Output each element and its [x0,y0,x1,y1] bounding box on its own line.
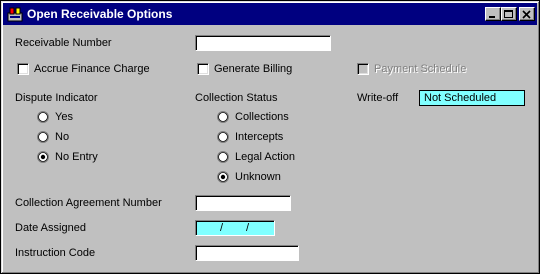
dispute-no-entry-radio[interactable] [37,151,49,163]
dispute-yes-label: Yes [55,111,73,123]
collection-status-label: Collection Status [195,92,278,104]
date-assigned-label: Date Assigned [15,222,86,234]
receivable-number-field[interactable] [195,35,331,51]
collection-legal-action-label: Legal Action [235,151,295,163]
close-icon [522,10,531,19]
minimize-button[interactable] [485,7,501,21]
accrue-finance-charge-checkbox[interactable] [17,63,29,75]
generate-billing-checkbox[interactable] [197,63,209,75]
app-icon [7,7,23,22]
collection-intercepts-radio[interactable] [217,131,229,143]
collection-legal-action-radio[interactable] [217,151,229,163]
collection-collections-radio[interactable] [217,111,229,123]
open-receivable-options-window: Open Receivable Options Receivable Numbe… [0,0,540,274]
date-separator: / [246,222,250,234]
receivable-number-label: Receivable Number [15,37,112,49]
minimize-icon [489,16,495,18]
dispute-no-label: No [55,131,70,143]
collection-unknown-radio[interactable] [217,171,229,183]
dispute-no-radio[interactable] [37,131,49,143]
write-off-field[interactable]: Not Scheduled [419,90,525,106]
instruction-code-label: Instruction Code [15,247,96,259]
collection-agreement-number-field[interactable] [195,195,291,211]
dispute-indicator-label: Dispute Indicator [15,92,98,104]
maximize-icon [504,10,513,18]
payment-schedule-label: Payment Schedule [374,63,467,75]
payment-schedule-checkbox[interactable] [357,63,369,75]
collection-intercepts-label: Intercepts [235,131,284,143]
collection-unknown-label: Unknown [235,171,281,183]
dispute-no-entry-label: No Entry [55,151,98,163]
dispute-yes-radio[interactable] [37,111,49,123]
maximize-button[interactable] [501,7,517,21]
write-off-label: Write-off [357,92,399,104]
collection-collections-label: Collections [235,111,289,123]
close-button[interactable] [519,7,535,21]
date-separator: / [220,222,224,234]
collection-agreement-number-label: Collection Agreement Number [15,197,162,209]
date-assigned-field[interactable]: / / [195,220,275,236]
instruction-code-field[interactable] [195,245,299,261]
generate-billing-label: Generate Billing [214,63,293,75]
title-bar[interactable]: Open Receivable Options [3,3,537,25]
accrue-finance-charge-label: Accrue Finance Charge [34,63,150,75]
window-title: Open Receivable Options [27,7,173,21]
